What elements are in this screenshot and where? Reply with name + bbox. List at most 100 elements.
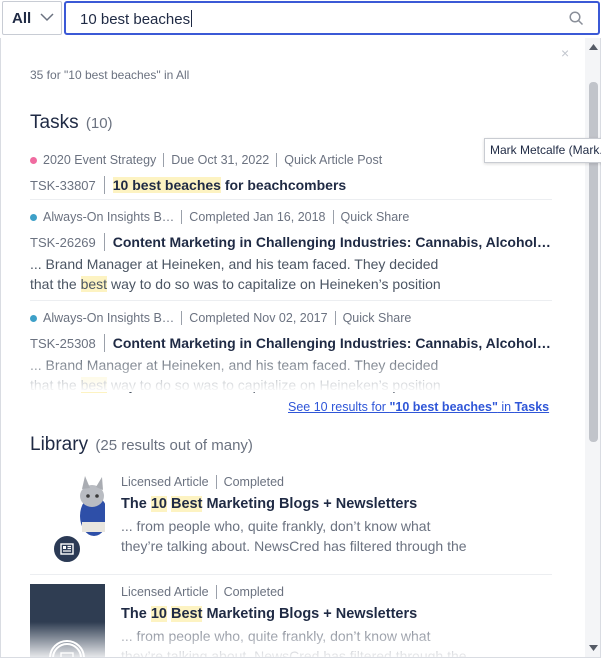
id-separator	[103, 176, 105, 194]
title-text: The	[121, 606, 151, 622]
title-text: Marketing Blogs + Newsletters	[202, 606, 418, 622]
excerpt-text: way to do so was to capitalize on Heinek…	[107, 377, 441, 393]
task-title[interactable]: Content Marketing in Challenging Industr…	[113, 335, 551, 351]
library-title[interactable]: The 10 Best Marketing Blogs + Newsletter…	[121, 606, 552, 622]
task-result[interactable]: 2020 Event Strategy Due Oct 31, 2022 Qui…	[30, 152, 552, 194]
meta-separator	[163, 153, 165, 167]
close-icon[interactable]: ×	[561, 45, 569, 61]
excerpt-text: that the	[30, 377, 81, 393]
library-body: Licensed Article Completed The 10 Best M…	[121, 474, 552, 556]
excerpt-text: way to do so was to capitalize on Heinek…	[107, 276, 441, 292]
task-type: Quick Article Post	[284, 153, 383, 167]
tasks-title: Tasks	[30, 112, 79, 133]
task-excerpt: ... Brand Manager at Heineken, and his t…	[30, 355, 552, 395]
task-meta: Always-On Insights B… Completed Jan 16, …	[30, 209, 552, 225]
meta-separator	[215, 475, 217, 489]
link-query: "10 best beaches"	[389, 400, 498, 414]
project-color-dot	[30, 314, 37, 322]
result-divider	[30, 300, 552, 301]
library-type: Licensed Article	[121, 475, 209, 489]
results-summary: 35 for "10 best beaches" in All	[30, 68, 190, 82]
excerpt-highlight: best	[80, 377, 108, 393]
library-title[interactable]: The 10 Best Marketing Blogs + Newsletter…	[121, 496, 552, 512]
excerpt-line: that the best way to do so was to capita…	[30, 274, 552, 294]
meta-separator	[181, 210, 183, 224]
result-divider	[30, 199, 552, 200]
meta-separator	[181, 311, 183, 325]
task-meta: 2020 Event Strategy Due Oct 31, 2022 Qui…	[30, 152, 552, 168]
excerpt-highlight: best	[80, 276, 108, 292]
chevron-down-icon	[40, 13, 54, 22]
search-results-panel: × 35 for "10 best beaches" in All Tasks …	[0, 38, 601, 658]
excerpt-text: that the	[30, 276, 81, 292]
task-result[interactable]: Always-On Insights B… Completed Jan 16, …	[30, 209, 552, 294]
id-separator	[103, 334, 105, 352]
scroll-down-arrow-icon[interactable]	[589, 645, 598, 652]
project-color-dot	[30, 213, 37, 221]
task-id: TSK-25308	[30, 335, 96, 351]
task-status: Completed Jan 16, 2018	[189, 210, 326, 224]
scope-dropdown[interactable]: All	[2, 1, 62, 35]
title-highlight: Best	[170, 606, 203, 622]
excerpt-line: they’re talking about. NewsCred has filt…	[121, 648, 467, 658]
meta-separator	[334, 311, 336, 325]
task-status: Completed Nov 02, 2017	[189, 311, 328, 325]
title-highlight: 10	[150, 606, 167, 622]
article-icon	[52, 534, 82, 564]
library-heading: Library (25 results out of many)	[30, 434, 253, 456]
library-excerpt: ... from people who, quite frankly, don’…	[121, 626, 552, 658]
search-icon[interactable]	[569, 11, 584, 26]
task-type: Quick Share	[342, 311, 412, 325]
text-caret	[191, 10, 193, 27]
task-status: Due Oct 31, 2022	[171, 153, 270, 167]
excerpt-line: ... Brand Manager at Heineken, and his t…	[30, 256, 439, 272]
library-status: Completed	[223, 475, 285, 489]
title-text: Marketing Blogs + Newsletters	[202, 496, 418, 512]
excerpt-line: ... from people who, quite frankly, don’…	[121, 518, 431, 534]
user-tooltip: Mark Metcalfe (Mark...	[484, 138, 601, 163]
title-rest: for beachcombers	[220, 177, 347, 193]
scope-label: All	[12, 9, 32, 27]
title-highlight: 10 best beaches	[112, 177, 221, 193]
task-title[interactable]: 10 best beaches for beachcombers	[112, 177, 347, 193]
library-excerpt: ... from people who, quite frankly, don’…	[121, 516, 552, 556]
search-query: 10 best beaches	[80, 11, 191, 28]
link-scope: Tasks	[514, 400, 550, 414]
scrollbar[interactable]	[585, 38, 600, 657]
task-id: TSK-33807	[30, 177, 96, 193]
library-title: Library	[30, 434, 89, 455]
excerpt-line: they’re talking about. NewsCred has filt…	[121, 538, 467, 554]
library-meta: Licensed Article Completed	[121, 474, 552, 490]
task-title-row: TSK-33807 10 best beaches for beachcombe…	[30, 176, 552, 194]
task-project: 2020 Event Strategy	[43, 153, 157, 167]
link-text: See 10 results for	[288, 400, 390, 414]
library-body: Licensed Article Completed The 10 Best M…	[121, 584, 552, 658]
meta-separator	[332, 210, 334, 224]
id-separator	[103, 233, 105, 251]
search-input[interactable]: 10 best beaches	[64, 1, 600, 35]
task-title[interactable]: Content Marketing in Challenging Industr…	[113, 234, 551, 250]
task-project: Always-On Insights B…	[43, 210, 175, 224]
link-text: in	[497, 400, 515, 414]
excerpt-line: that the best way to do so was to capita…	[30, 375, 552, 395]
task-result[interactable]: Always-On Insights B… Completed Nov 02, …	[30, 310, 552, 395]
project-color-dot	[30, 156, 37, 164]
see-all-tasks-link[interactable]: See 10 results for "10 best beaches" in …	[288, 400, 549, 414]
library-status: Completed	[223, 585, 285, 599]
tasks-heading: Tasks (10)	[30, 112, 113, 134]
title-text: The	[121, 496, 151, 512]
task-project: Always-On Insights B…	[43, 311, 175, 325]
tasks-count: (10)	[85, 115, 113, 132]
task-title-row: TSK-25308 Content Marketing in Challengi…	[30, 334, 552, 352]
library-result[interactable]: Licensed Article Completed The 10 Best M…	[30, 584, 552, 658]
scrollbar-thumb[interactable]	[589, 82, 598, 442]
library-count: (25 results out of many)	[95, 437, 253, 454]
meta-separator	[215, 585, 217, 599]
library-meta: Licensed Article Completed	[121, 584, 552, 600]
title-highlight: Best	[170, 496, 203, 512]
library-result[interactable]: Licensed Article Completed The 10 Best M…	[30, 474, 552, 574]
scroll-up-arrow-icon[interactable]	[589, 44, 598, 51]
task-type: Quick Share	[340, 210, 410, 224]
excerpt-line: ... Brand Manager at Heineken, and his t…	[30, 357, 439, 373]
task-meta: Always-On Insights B… Completed Nov 02, …	[30, 310, 552, 326]
